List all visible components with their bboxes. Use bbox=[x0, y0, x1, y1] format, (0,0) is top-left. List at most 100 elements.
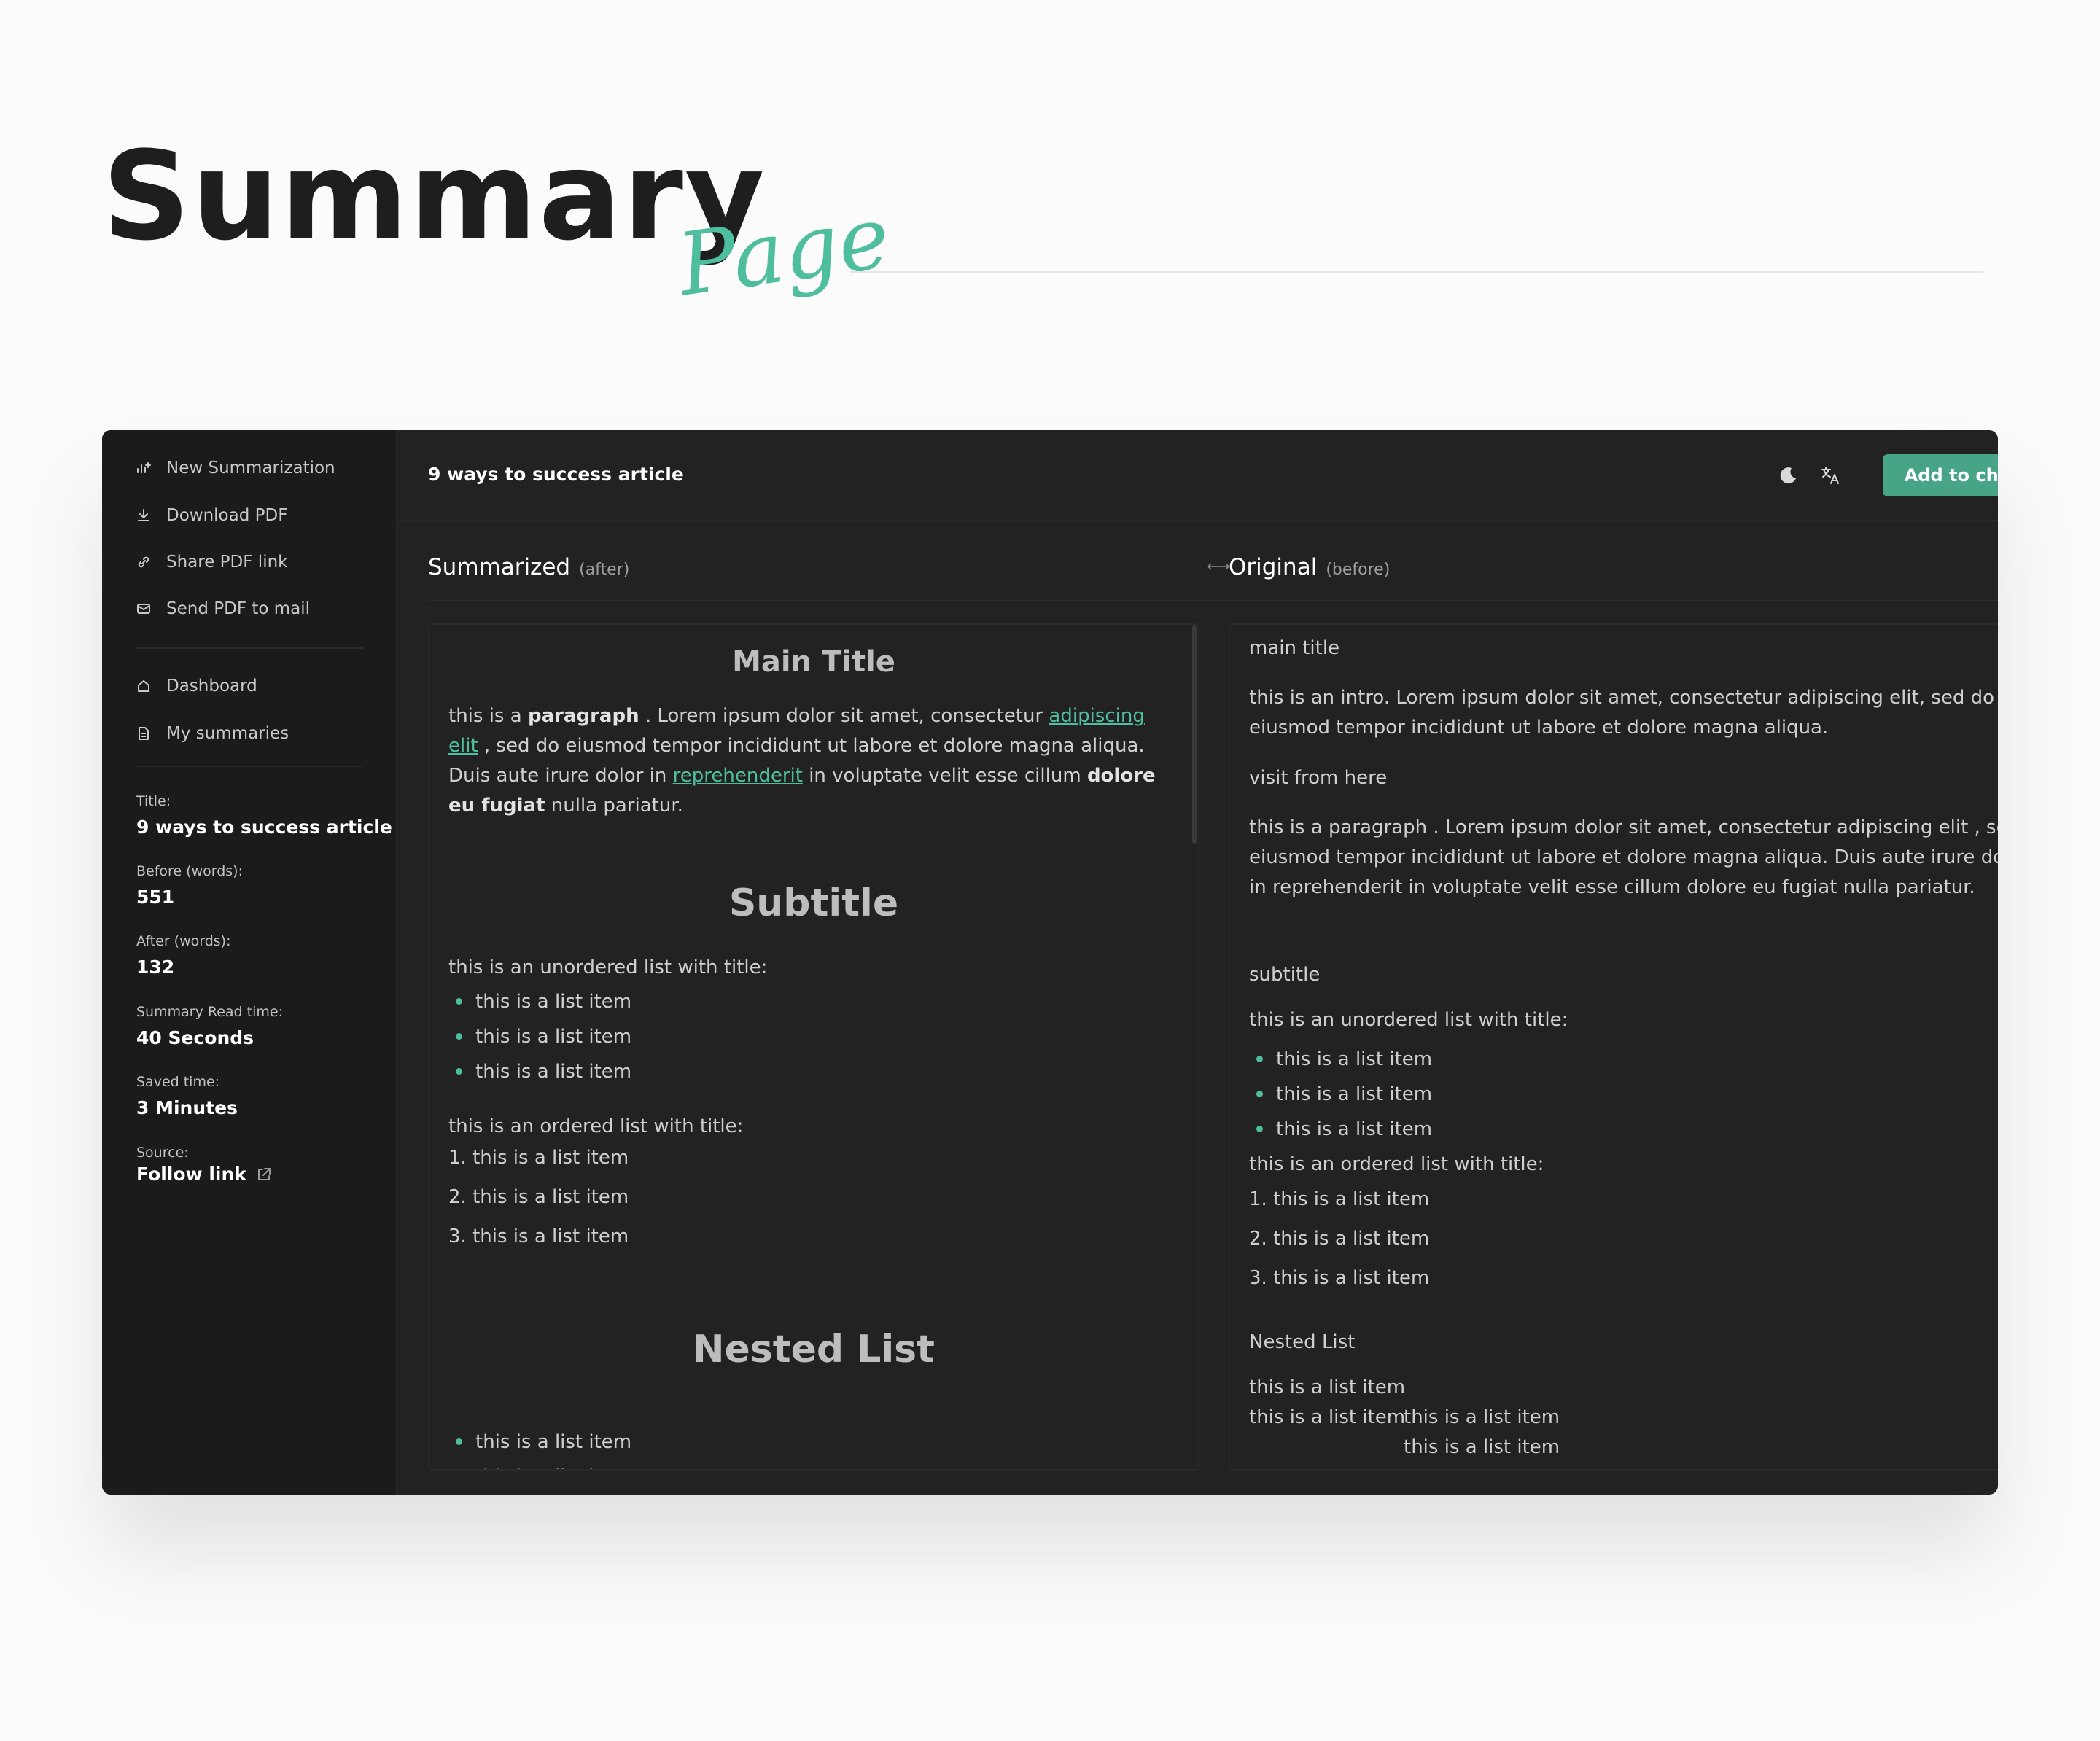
summary-ul-title: this is an unordered list with title: bbox=[448, 957, 768, 978]
summary-paragraph: this is a paragraph . Lorem ipsum dolor … bbox=[448, 701, 1178, 821]
external-link-icon bbox=[257, 1167, 271, 1180]
new-summarization-button[interactable]: New Summarization bbox=[136, 453, 335, 483]
follow-link-label: Follow link bbox=[136, 1164, 246, 1185]
bullet-dot bbox=[1256, 1126, 1263, 1132]
original-content[interactable]: main title this is an intro. Lorem ipsum… bbox=[1229, 623, 1998, 1471]
bullet-dot bbox=[1256, 1056, 1263, 1062]
home-icon bbox=[138, 680, 149, 692]
meta-title-value: 9 ways to success article bbox=[136, 817, 392, 838]
meta-after-label: After (words): bbox=[136, 933, 231, 949]
list-item: 2. this is a list item bbox=[1249, 1228, 1430, 1250]
original-intro: this is an intro. Lorem ipsum dolor sit … bbox=[1249, 687, 1995, 739]
sidebar-divider bbox=[136, 647, 363, 649]
original-ol-title: this is an ordered list with title: bbox=[1249, 1153, 1544, 1175]
meta-title-label: Title: bbox=[136, 793, 171, 809]
top-bar: 9 ways to success article Add to chrome bbox=[397, 430, 1998, 521]
list-item: 1. this is a list item bbox=[1249, 1188, 1430, 1210]
download-pdf-label: Download PDF bbox=[166, 506, 288, 525]
list-item: 2. this is a list item bbox=[448, 1186, 629, 1208]
summary-main-title: Main Title bbox=[732, 645, 895, 679]
summarized-label: Summarized bbox=[428, 554, 571, 580]
dark-mode-toggle[interactable] bbox=[1776, 462, 1802, 488]
link-icon bbox=[138, 556, 149, 568]
meta-read-time-value: 40 Seconds bbox=[136, 1027, 254, 1048]
translate-icon bbox=[1821, 467, 1839, 484]
para-text: . Lorem ipsum dolor sit amet, consectetu… bbox=[645, 705, 1043, 727]
sidebar-item-label: Dashboard bbox=[166, 677, 257, 696]
original-subtitle: subtitle bbox=[1249, 964, 1321, 986]
summarized-sublabel: (after) bbox=[579, 561, 630, 579]
add-to-chrome-button[interactable]: Add to chrome bbox=[1883, 454, 1998, 496]
list-item: this is a list item bbox=[1276, 1083, 1433, 1105]
app-window: New Summarization Download PDF Share PDF… bbox=[102, 430, 1998, 1495]
hero-divider bbox=[850, 271, 1983, 273]
document-title: 9 ways to success article bbox=[428, 464, 684, 485]
original-visit-text: visit from here bbox=[1249, 767, 1388, 789]
list-item: 3. this is a list item bbox=[448, 1226, 629, 1247]
meta-source-label: Source: bbox=[136, 1145, 189, 1161]
summary-nested-heading: Nested List bbox=[693, 1328, 935, 1371]
share-pdf-link-button[interactable]: Share PDF link bbox=[136, 548, 287, 577]
original-ul-title: this is an unordered list with title: bbox=[1249, 1009, 1568, 1031]
original-sublabel: (before) bbox=[1326, 561, 1391, 579]
meta-saved-time-label: Saved time: bbox=[136, 1074, 220, 1090]
original-main-title: main title bbox=[1249, 637, 1340, 659]
meta-before-label: Before (words): bbox=[136, 863, 243, 879]
original-panel-header: Original (before) bbox=[1229, 521, 1998, 601]
list-item: this is a list item bbox=[475, 1061, 632, 1083]
download-icon bbox=[138, 509, 149, 521]
swap-arrows-icon[interactable] bbox=[1207, 559, 1230, 574]
bullet-dot bbox=[1256, 1091, 1263, 1097]
para-text: in voluptate velit esse cillum bbox=[809, 765, 1081, 787]
original-title: Original (before) bbox=[1229, 554, 1390, 580]
summary-subtitle: Subtitle bbox=[728, 881, 899, 925]
list-item: 1. this is a list item bbox=[448, 1147, 629, 1169]
meta-saved-time-value: 3 Minutes bbox=[136, 1097, 238, 1118]
sidebar-item-my-summaries[interactable]: My summaries bbox=[136, 719, 289, 748]
meta-after-value: 132 bbox=[136, 957, 175, 978]
para-text: this is a bbox=[448, 705, 522, 727]
send-pdf-mail-label: Send PDF to mail bbox=[166, 599, 311, 618]
new-summarization-label: New Summarization bbox=[166, 459, 335, 478]
hero-script-title: Page bbox=[672, 186, 896, 316]
bullet-dot bbox=[456, 1438, 462, 1445]
summarized-content[interactable]: Main Title this is a paragraph . Lorem i… bbox=[428, 623, 1199, 1471]
share-pdf-link-label: Share PDF link bbox=[166, 553, 288, 572]
list-item: this is a list item bbox=[1404, 1436, 1560, 1458]
summarized-title: Summarized (after) bbox=[428, 554, 629, 580]
para-text: nulla pariatur. bbox=[551, 795, 683, 817]
summary-ol-title: this is an ordered list with title: bbox=[448, 1115, 744, 1137]
follow-link[interactable]: Follow link bbox=[136, 1164, 273, 1185]
list-item: this is a list item bbox=[475, 1026, 632, 1048]
new-summary-icon bbox=[137, 462, 151, 473]
bullet-dot bbox=[456, 1068, 462, 1075]
list-item: this is a list item bbox=[1276, 1118, 1433, 1140]
bullet-dot bbox=[456, 1033, 462, 1040]
meta-read-time-label: Summary Read time: bbox=[136, 1004, 283, 1020]
hero-title: Summary bbox=[102, 125, 766, 268]
translate-button[interactable] bbox=[1818, 462, 1844, 488]
original-label: Original bbox=[1229, 554, 1318, 580]
summarized-panel-header: Summarized (after) bbox=[428, 521, 1230, 601]
send-pdf-mail-button[interactable]: Send PDF to mail bbox=[136, 594, 310, 623]
sidebar-divider bbox=[136, 766, 363, 767]
document-icon bbox=[139, 727, 149, 740]
list-item: this is a list item bbox=[475, 1462, 631, 1469]
list-item: 3. this is a list item bbox=[1249, 1267, 1430, 1289]
para-link-reprehenderit[interactable]: reprehenderit bbox=[673, 765, 803, 787]
para-bold: paragraph bbox=[527, 705, 639, 727]
list-item: this is a list item bbox=[1249, 1406, 1406, 1428]
list-item: this is a list item bbox=[1404, 1406, 1560, 1428]
list-item: this is a list item bbox=[475, 991, 632, 1013]
sidebar: New Summarization Download PDF Share PDF… bbox=[102, 430, 397, 1495]
original-paragraph: this is a paragraph . Lorem ipsum dolor … bbox=[1249, 817, 1998, 898]
download-pdf-button[interactable]: Download PDF bbox=[136, 501, 287, 530]
list-item: this is a list item bbox=[1276, 1048, 1433, 1070]
mail-icon bbox=[137, 604, 150, 614]
sidebar-item-dashboard[interactable]: Dashboard bbox=[136, 671, 257, 701]
meta-before-value: 551 bbox=[136, 887, 175, 908]
list-item: this is a list item bbox=[1249, 1376, 1406, 1398]
sidebar-item-label: My summaries bbox=[166, 724, 289, 743]
original-nested-heading: Nested List bbox=[1249, 1331, 1356, 1353]
list-item: this is a list item bbox=[475, 1431, 632, 1453]
